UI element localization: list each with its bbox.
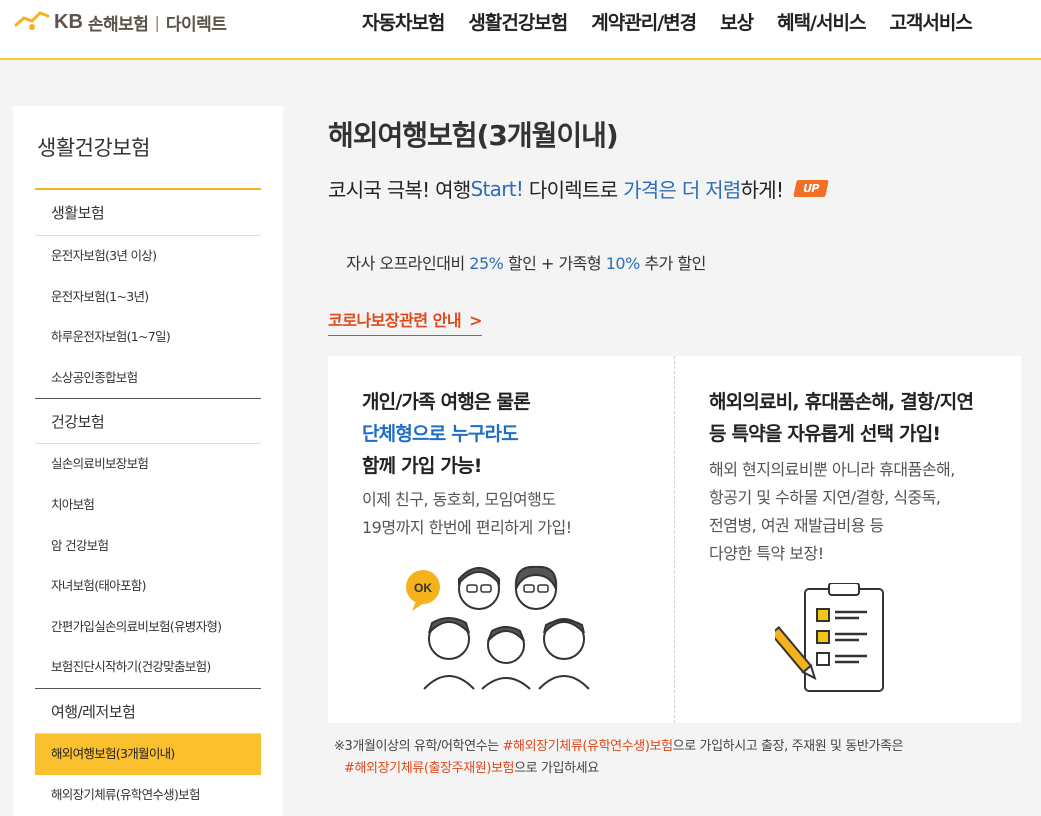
checklist-clipboard-icon (769, 582, 890, 697)
card2-heading-line2: 등 특약을 자유롭게 선택 가입! (709, 423, 941, 445)
headline-text-2: 다이렉트로 (523, 178, 624, 202)
logo-sub-text: 다이렉트 (165, 14, 227, 35)
global-header: KB 손해보험 | 다이렉트 자동차보험 생활건강보험 계약관리/변경 보상 혜… (0, 0, 1041, 60)
card2-body: 해외 현지의료비뿐 아니라 휴대품손해, 항공기 및 수하물 지연/결항, 식중… (709, 456, 1021, 568)
side-menu-title: 생활건강보험 (35, 132, 261, 190)
headline-text-3: 하게! (740, 178, 784, 202)
side-item-child[interactable]: 자녀보험(태아포함) (35, 566, 261, 607)
card2-body-line1: 해외 현지의료비뿐 아니라 휴대품손해, (709, 460, 955, 479)
side-item-medical-expense[interactable]: 실손의료비보장보험 (35, 444, 261, 485)
card2-body-line4: 다양한 특약 보장! (709, 544, 824, 563)
corona-link-label: 코로나보장관련 안내 (328, 311, 462, 330)
feature-card-riders: 해외의료비, 휴대품손해, 결항/지연 등 특약을 자유롭게 선택 가입! 해외… (674, 356, 1021, 723)
main-content: 해외여행보험(3개월이내) 코시국 극복! 여행 Start! 다이렉트로 가격… (328, 106, 1028, 776)
feature-cards: 개인/가족 여행은 물론 단체형으로 누구라도 함께 가입 가능! 이제 친구,… (328, 356, 1021, 723)
side-group-health[interactable]: 건강보험 (35, 398, 261, 445)
chevron-right-icon: > (469, 311, 482, 330)
notice-line1: ※3개월이상의 유학/어학연수는 #해외장기체류(유학연수생)보험으로 가입하시… (334, 736, 904, 758)
ok-bubble-text: OK (414, 581, 432, 595)
notice-link-business[interactable]: #해외장기체류(출장주재원)보험 (344, 761, 515, 776)
side-item-simple-medical[interactable]: 간편가입실손의료비보험(유병자형) (35, 607, 261, 648)
card1-body-line2: 19명까지 한번에 편리하게 가입! (362, 518, 572, 537)
card2-body-line2: 항공기 및 수하물 지연/결항, 식중독, (709, 488, 941, 507)
discount-rate-family: 10% (605, 254, 641, 273)
nav-compensation[interactable]: 보상 (720, 8, 754, 35)
side-item-overseas-travel[interactable]: 해외여행보험(3개월이내) (35, 733, 261, 775)
discount-text-3: 추가 할인 (639, 254, 706, 273)
group-people-illustration: OK (404, 561, 594, 695)
notice-line2: #해외장기체류(출장주재원)보험으로 가입하세요 (334, 758, 903, 780)
card1-heading-line3: 함께 가입 가능! (362, 455, 482, 477)
side-group-travel-leisure[interactable]: 여행/레저보험 (35, 687, 261, 734)
side-item-cancer[interactable]: 암 건강보험 (35, 526, 261, 567)
card2-body-line3: 전염병, 여권 재발급비용 등 (709, 516, 884, 535)
side-item-daily-driver[interactable]: 하루운전자보험(1~7일) (35, 317, 261, 358)
headline-text-1: 코시국 극복! 여행 (328, 178, 471, 202)
up-badge: UP (793, 180, 829, 197)
card1-body-line1: 이제 친구, 동호회, 모임여행도 (362, 490, 556, 509)
nav-car-insurance[interactable]: 자동차보험 (362, 8, 445, 35)
long-stay-notice: ※3개월이상의 유학/어학연수는 #해외장기체류(유학연수생)보험으로 가입하시… (334, 736, 904, 780)
nav-customer-service[interactable]: 고객서비스 (889, 8, 972, 35)
discount-text-2: 할인 + 가족형 (503, 254, 606, 273)
logo-kb-text: KB (54, 10, 83, 33)
side-item-small-business[interactable]: 소상공인종합보험 (35, 358, 261, 399)
side-item-dental[interactable]: 치아보험 (35, 485, 261, 526)
notice-text-2: 으로 가입하시고 출장, 주재원 및 동반가족은 (672, 739, 904, 754)
notice-text-3: 으로 가입하세요 (514, 761, 599, 776)
card1-heading-line1: 개인/가족 여행은 물론 (362, 391, 531, 413)
side-item-driver-3y[interactable]: 운전자보험(3년 이상) (35, 236, 261, 277)
logo-separator: | (154, 12, 160, 32)
side-menu: 생활건강보험 생활보험 운전자보험(3년 이상) 운전자보험(1~3년) 하루운… (13, 106, 283, 816)
headline-highlight-price: 가격은 더 저렴 (623, 178, 741, 202)
card1-heading: 개인/가족 여행은 물론 단체형으로 누구라도 함께 가입 가능! (362, 386, 674, 482)
logo-brand-text: 손해보험 (87, 14, 149, 35)
kb-logo[interactable]: KB 손해보험 | 다이렉트 (14, 9, 227, 35)
discount-info: 자사 오프라인대비 25% 할인 + 가족형 10% 추가 할인 (328, 231, 1028, 293)
promo-headline: 코시국 극복! 여행 Start! 다이렉트로 가격은 더 저렴 하게! UP (328, 174, 1028, 203)
notice-link-student[interactable]: #해외장기체류(유학연수생)보험 (503, 739, 674, 754)
side-item-diagnosis-start[interactable]: 보험진단시작하기(건강맞춤보험) (35, 647, 261, 688)
nav-benefits-services[interactable]: 혜택/서비스 (777, 8, 866, 35)
notice-text-1: ※3개월이상의 유학/어학연수는 (334, 739, 503, 754)
card2-heading-line1: 해외의료비, 휴대품손해, 결항/지연 (709, 391, 974, 413)
discount-rate-offline: 25% (469, 254, 504, 273)
side-group-life[interactable]: 생활보험 (35, 190, 261, 236)
nav-life-health-insurance[interactable]: 생활건강보험 (468, 8, 568, 35)
kb-star-icon (14, 9, 50, 35)
global-nav: 자동차보험 생활건강보험 계약관리/변경 보상 혜택/서비스 고객서비스 (350, 8, 984, 35)
side-item-driver-1-3y[interactable]: 운전자보험(1~3년) (35, 277, 261, 318)
nav-contract-management[interactable]: 계약관리/변경 (591, 8, 697, 35)
feature-card-group: 개인/가족 여행은 물론 단체형으로 누구라도 함께 가입 가능! 이제 친구,… (328, 356, 674, 723)
card1-heading-line2: 단체형으로 누구라도 (362, 423, 519, 445)
card2-heading: 해외의료비, 휴대품손해, 결항/지연 등 특약을 자유롭게 선택 가입! (709, 386, 1021, 450)
page-title: 해외여행보험(3개월이내) (328, 119, 619, 152)
side-item-long-term-stay[interactable]: 해외장기체류(유학연수생)보험 (35, 775, 261, 816)
card1-body: 이제 친구, 동호회, 모임여행도 19명까지 한번에 편리하게 가입! (362, 486, 674, 542)
corona-coverage-link[interactable]: 코로나보장관련 안내 > (328, 307, 482, 336)
headline-highlight-start: Start! (470, 176, 524, 201)
discount-text-1: 자사 오프라인대비 (346, 254, 470, 273)
